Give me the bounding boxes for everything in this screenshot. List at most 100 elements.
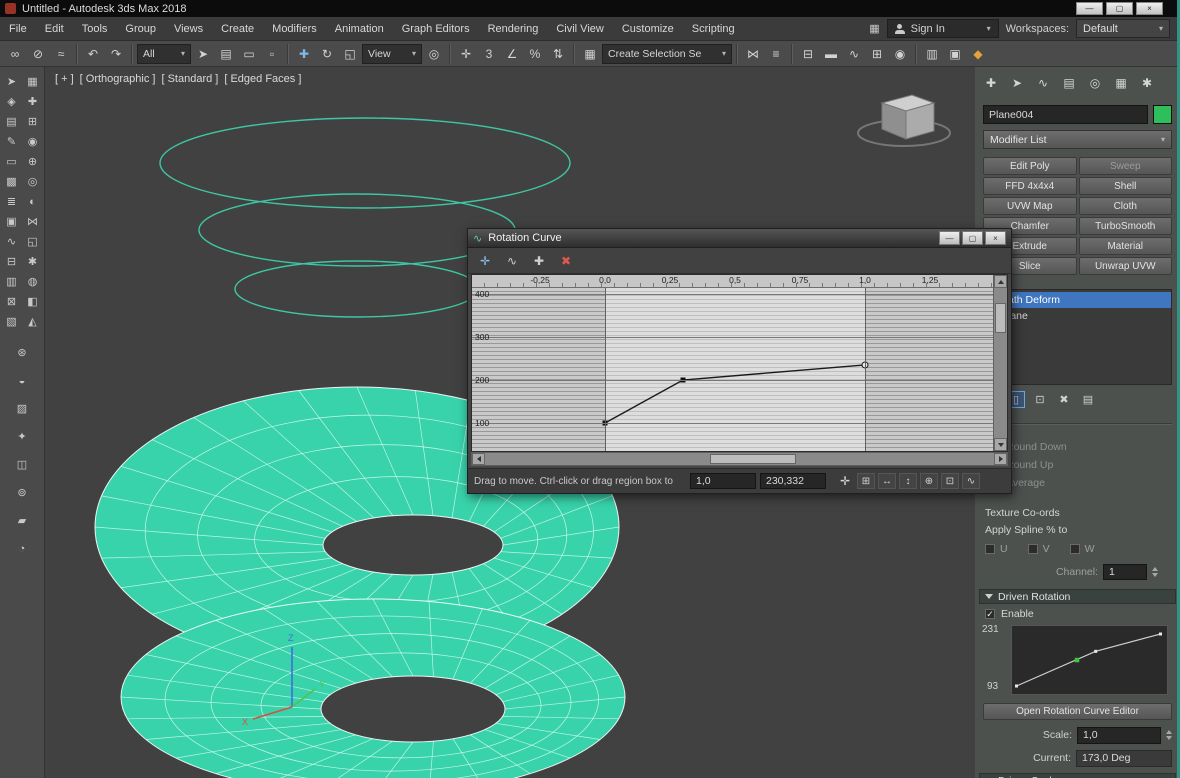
left-tool-26-icon[interactable]: ◭ — [23, 312, 43, 331]
left-tool-4-icon[interactable]: ✚ — [23, 92, 43, 111]
left-tool-24-icon[interactable]: ◧ — [23, 292, 43, 311]
left-tool-b4-icon[interactable]: ✦ — [12, 427, 32, 446]
left-tool-b8-icon[interactable]: ◔ — [12, 539, 32, 558]
horizontal-scroll-thumb[interactable] — [710, 454, 796, 464]
u-checkbox[interactable] — [985, 544, 995, 554]
angle-snap-toggle-icon[interactable]: ∠ — [501, 43, 523, 65]
spin-down-icon[interactable] — [1166, 736, 1172, 740]
curve-graph-main[interactable]: -0,250,00,250,50,751,01,25 400300200100 — [472, 275, 993, 451]
menu-create[interactable]: Create — [212, 17, 263, 40]
menu-file[interactable]: File — [0, 17, 36, 40]
left-tool-15-icon[interactable]: ▣ — [2, 212, 22, 231]
named-selection-sets-dropdown[interactable]: Create Selection Se▾ — [602, 44, 732, 64]
key-time-field[interactable]: 1,0 — [690, 473, 756, 489]
display-tab-icon[interactable]: ▦ — [1113, 74, 1129, 92]
close-button[interactable]: × — [1136, 2, 1163, 15]
render-production-icon[interactable]: ◆ — [967, 43, 989, 65]
ffd-4x4x4-button[interactable]: FFD 4x4x4 — [983, 177, 1077, 195]
menu-graph-editors[interactable]: Graph Editors — [393, 17, 479, 40]
left-tool-b6-icon[interactable]: ⊚ — [12, 483, 32, 502]
curve-plot-area[interactable]: 400300200100 — [472, 288, 993, 451]
isolate-curve-icon[interactable]: ∿ — [962, 473, 980, 489]
draw-curves-icon[interactable]: ∿ — [502, 251, 522, 271]
object-color-swatch[interactable] — [1153, 105, 1172, 124]
viewport-pov-menu[interactable]: [ Orthographic ] — [80, 73, 156, 85]
spin-down-icon[interactable] — [1152, 573, 1158, 577]
snaps-toggle-icon[interactable]: 3 — [478, 43, 500, 65]
left-tool-23-icon[interactable]: ⊠ — [2, 292, 22, 311]
unwrap-uvw-button[interactable]: Unwrap UVW — [1079, 257, 1173, 275]
modifier-list-dropdown[interactable]: Modifier List ▾ — [983, 130, 1172, 149]
turbosmooth-button[interactable]: TurboSmooth — [1079, 217, 1173, 235]
dialog-minimize-button[interactable]: — — [939, 231, 960, 245]
scroll-up-button[interactable] — [994, 275, 1007, 288]
stack-item-path-deform[interactable]: Path Deform — [984, 292, 1171, 308]
hierarchy-tab-icon[interactable]: ▤ — [1061, 74, 1077, 92]
window-crossing-toggle-icon[interactable]: ▫ — [261, 43, 283, 65]
spin-up-icon[interactable] — [1166, 730, 1172, 734]
unlink-selection-icon[interactable]: ⊘ — [27, 43, 49, 65]
undo-icon[interactable]: ↶ — [82, 43, 104, 65]
maximize-button[interactable]: ▢ — [1106, 2, 1133, 15]
left-tool-b1-icon[interactable]: ⊛ — [12, 343, 32, 362]
rendered-frame-window-icon[interactable]: ▣ — [944, 43, 966, 65]
left-tool-b7-icon[interactable]: ▰ — [12, 511, 32, 530]
delete-point-icon[interactable]: ✖ — [556, 251, 576, 271]
menu-tools[interactable]: Tools — [73, 17, 117, 40]
menu-modifiers[interactable]: Modifiers — [263, 17, 326, 40]
menu-customize[interactable]: Customize — [613, 17, 683, 40]
mirror-icon[interactable]: ⋈ — [742, 43, 764, 65]
horizontal-scrollbar[interactable] — [471, 452, 1008, 466]
menu-animation[interactable]: Animation — [326, 17, 393, 40]
spinner-icon[interactable] — [1152, 567, 1158, 577]
select-and-scale-icon[interactable]: ◱ — [339, 43, 361, 65]
zoom-value-extents-icon[interactable]: ↕ — [899, 473, 917, 489]
select-by-name-icon[interactable]: ▤ — [215, 43, 237, 65]
modify-tab-icon[interactable]: ∿ — [1035, 74, 1051, 92]
round-down-option[interactable]: Round Down — [991, 441, 1172, 453]
key-value-field[interactable]: 230,332 — [760, 473, 826, 489]
spin-up-icon[interactable] — [1152, 567, 1158, 571]
autodesk-apps-icon[interactable]: ▦ — [869, 22, 879, 35]
view-cube[interactable] — [849, 81, 959, 161]
select-and-link-icon[interactable]: ∞ — [4, 43, 26, 65]
round-up-option[interactable]: Round Up — [991, 459, 1172, 471]
move-keys-icon[interactable]: ✛ — [475, 251, 495, 271]
viewport-general-menu[interactable]: [ + ] — [55, 73, 74, 85]
add-point-icon[interactable]: ✚ — [529, 251, 549, 271]
scroll-left-button[interactable] — [472, 453, 485, 465]
dialog-maximize-button[interactable]: ▢ — [962, 231, 983, 245]
left-tool-2-icon[interactable]: ▦ — [23, 72, 43, 91]
create-tab-icon[interactable]: ➤ — [1009, 74, 1025, 92]
left-tool-11-icon[interactable]: ▩ — [2, 172, 22, 191]
left-tool-5-icon[interactable]: ▤ — [2, 112, 22, 131]
left-tool-10-icon[interactable]: ⊕ — [23, 152, 43, 171]
left-tool-18-icon[interactable]: ◱ — [23, 232, 43, 251]
menu-group[interactable]: Group — [116, 17, 165, 40]
driven-rotation-header[interactable]: Driven Rotation — [979, 589, 1176, 604]
left-tool-22-icon[interactable]: ◍ — [23, 272, 43, 291]
left-tool-7-icon[interactable]: ✎ — [2, 132, 22, 151]
left-tool-14-icon[interactable]: ◐ — [23, 192, 43, 211]
redo-icon[interactable]: ↷ — [105, 43, 127, 65]
make-unique-icon[interactable]: ⊡ — [1031, 391, 1049, 408]
left-tool-b2-icon[interactable]: ◒ — [12, 371, 32, 390]
vertical-scroll-thumb[interactable] — [995, 303, 1006, 333]
align-icon[interactable]: ≡ — [765, 43, 787, 65]
channel-field[interactable]: 1 — [1103, 564, 1147, 580]
scroll-down-button[interactable] — [994, 438, 1007, 451]
configure-modifier-sets-icon[interactable]: ▤ — [1079, 391, 1097, 408]
utilities-tab-icon[interactable]: ✱ — [1139, 74, 1155, 92]
left-tool-20-icon[interactable]: ✱ — [23, 252, 43, 271]
add-icon[interactable]: ✚ — [983, 74, 999, 92]
rotation-curve-canvas[interactable] — [472, 288, 993, 451]
rotation-curve-line[interactable] — [605, 365, 865, 423]
spinner-snap-toggle-icon[interactable]: ⇅ — [547, 43, 569, 65]
percent-snap-toggle-icon[interactable]: % — [524, 43, 546, 65]
left-tool-b5-icon[interactable]: ◫ — [12, 455, 32, 474]
open-rotation-curve-editor-button[interactable]: Open Rotation Curve Editor — [983, 703, 1172, 720]
left-tool-3-icon[interactable]: ◈ — [2, 92, 22, 111]
left-tool-6-icon[interactable]: ⊞ — [23, 112, 43, 131]
material-editor-icon[interactable]: ◉ — [889, 43, 911, 65]
left-tool-17-icon[interactable]: ∿ — [2, 232, 22, 251]
